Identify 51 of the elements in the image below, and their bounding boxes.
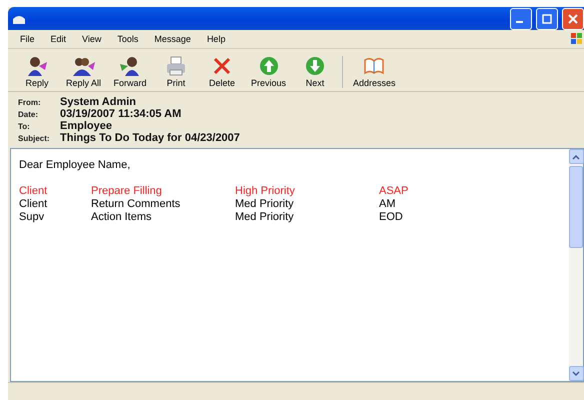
header-value: Things To Do Today for 04/23/2007 [60,132,240,144]
task-text: ASAP [379,185,410,198]
menu-item[interactable]: Edit [50,34,66,44]
task-text: Supv [19,211,46,224]
task-text: Client [19,198,48,211]
minimize-icon [516,20,523,22]
task-text: Med Priority [235,198,295,211]
close-button[interactable] [562,8,584,30]
person-arrow-icon [26,56,48,76]
task-text: Med Priority [235,211,295,224]
header-label: To: [18,122,31,130]
header-label: From: [18,98,42,106]
people-arrow-icon [72,56,96,76]
book-icon [363,56,386,76]
menu-item[interactable]: View [82,34,102,44]
down-caret-icon [572,370,580,376]
task-text: High Priority [235,185,296,198]
header-label: Subject: [18,134,51,142]
menu-item[interactable]: Message [154,34,191,44]
close-icon [568,14,578,24]
scrollbar[interactable] [569,149,583,381]
greeting-text: Dear Employee Name, [19,159,132,171]
person-arrow-icon [119,56,142,76]
task-text: EOD [379,211,404,224]
windows-flag-icon [570,32,584,46]
task-text: Client [19,185,48,198]
task-text: Action Items [91,211,153,224]
header-value: System Admin [60,96,138,108]
header-value: Employee [60,120,113,132]
up-caret-icon [572,154,580,160]
toolbar-button[interactable]: Reply [14,56,60,88]
printer-icon [165,56,188,76]
toolbar-button[interactable]: Print [153,56,200,88]
toolbar-button[interactable]: Delete [199,56,246,88]
menu-item[interactable]: File [20,34,35,44]
close-icon [212,56,232,76]
maximize-icon [542,14,552,24]
header-value: 03/19/2007 11:34:05 AM [60,108,182,120]
toolbar-button[interactable]: Previous [245,56,292,88]
toolbar-button[interactable]: Reply All [60,56,108,88]
task-text: Return Comments [91,198,182,211]
maximize-button[interactable] [536,8,558,30]
toolbar-button[interactable]: Addresses [347,56,402,88]
header-label: Date: [18,110,40,118]
minimize-button[interactable] [510,8,532,30]
toolbar-button[interactable]: Next [292,56,338,88]
task-text: AM [379,198,396,211]
task-text: Prepare Filling [91,185,163,198]
menu-item[interactable]: Tools [117,34,138,44]
toolbar-button[interactable]: Forward [107,56,154,88]
menu-item[interactable]: Help [206,34,226,44]
